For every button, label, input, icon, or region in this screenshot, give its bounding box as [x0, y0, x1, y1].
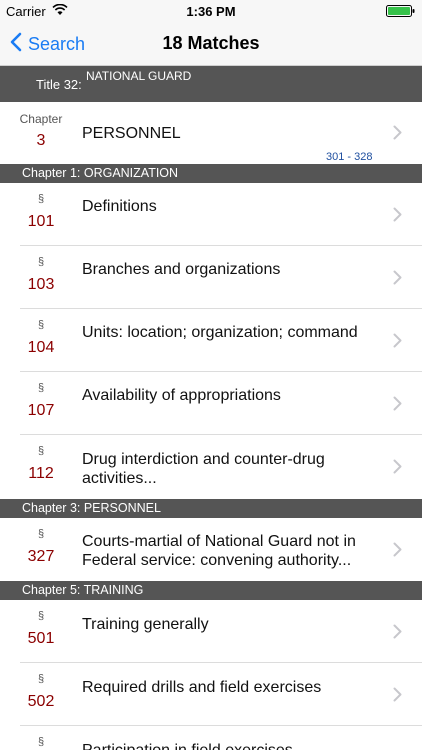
section-symbol: §	[37, 736, 45, 748]
section-number: 103	[27, 276, 55, 293]
chapter-name: PERSONNEL	[82, 125, 181, 142]
section-symbol: §	[37, 610, 45, 622]
section-number: 112	[28, 465, 54, 482]
section-label: Units: location; organization; command	[82, 324, 358, 341]
navigation-bar: Search 18 Matches	[0, 22, 422, 66]
section-header: Chapter 5: TRAINING	[0, 581, 422, 600]
chevron-right-icon	[393, 333, 402, 353]
chapter-range: 301 - 328	[326, 151, 373, 163]
section-header: Chapter 3: PERSONNEL	[0, 499, 422, 518]
section-label: Availability of appropriations	[82, 387, 281, 404]
chevron-right-icon	[393, 270, 402, 290]
section-number: 104	[27, 339, 55, 356]
list-item[interactable]: § 502 Required drills and field exercise…	[0, 663, 422, 726]
title-label: Title 32:	[36, 77, 82, 92]
clock: 1:36 PM	[186, 4, 236, 19]
title-header: Title 32: NATIONAL GUARD	[0, 66, 422, 102]
chevron-right-icon	[393, 396, 402, 416]
list-item[interactable]: § 101 Definitions	[0, 183, 422, 246]
section-label: Drug interdiction and counter-drug activ…	[82, 451, 325, 487]
section-label: Required drills and field exercises	[82, 679, 322, 696]
section-number: 327	[27, 548, 55, 565]
page-title: 18 Matches	[162, 33, 260, 53]
title-name: NATIONAL GUARD	[86, 69, 192, 83]
list-item[interactable]: § Participation in field exercises	[0, 726, 422, 750]
section-symbol: §	[37, 319, 45, 331]
section-symbol: §	[37, 528, 45, 540]
section-number: 502	[27, 693, 55, 710]
list-item[interactable]: § 104 Units: location; organization; com…	[0, 309, 422, 372]
chevron-right-icon	[393, 459, 402, 479]
list-item[interactable]: § 501 Training generally	[0, 600, 422, 663]
list-item[interactable]: § 103 Branches and organizations	[0, 246, 422, 309]
chapter-row[interactable]: Chapter 3 PERSONNEL 301 - 328	[0, 102, 422, 164]
section-symbol: §	[37, 673, 45, 685]
section-label: Definitions	[82, 198, 157, 215]
chapter-number: 3	[36, 132, 46, 149]
section-label: Branches and organizations	[82, 261, 281, 278]
list-item[interactable]: § 327 Courts-martial of National Guard n…	[0, 518, 422, 581]
battery-icon	[386, 5, 416, 17]
chevron-right-icon	[393, 687, 402, 707]
section-number: 107	[27, 402, 55, 419]
section-symbol: §	[37, 445, 45, 457]
chevron-right-icon	[393, 125, 402, 145]
list-item[interactable]: § 112 Drug interdiction and counter-drug…	[0, 435, 422, 499]
section-header: Chapter 1: ORGANIZATION	[0, 164, 422, 183]
chapter-kind: Chapter	[19, 112, 63, 126]
list-item[interactable]: § 107 Availability of appropriations	[0, 372, 422, 435]
section-label: Participation in field exercises	[82, 741, 382, 750]
chevron-right-icon	[393, 624, 402, 644]
section-number: 501	[27, 630, 55, 647]
section-symbol: §	[37, 382, 45, 394]
section-symbol: §	[37, 193, 45, 205]
section-number: 101	[27, 213, 55, 230]
section-label: Courts-martial of National Guard not in …	[82, 533, 356, 569]
section-label: Training generally	[82, 616, 209, 633]
chevron-right-icon	[393, 207, 402, 227]
status-bar: Carrier 1:36 PM	[0, 0, 422, 22]
section-symbol: §	[37, 256, 45, 268]
chevron-right-icon	[393, 542, 402, 562]
